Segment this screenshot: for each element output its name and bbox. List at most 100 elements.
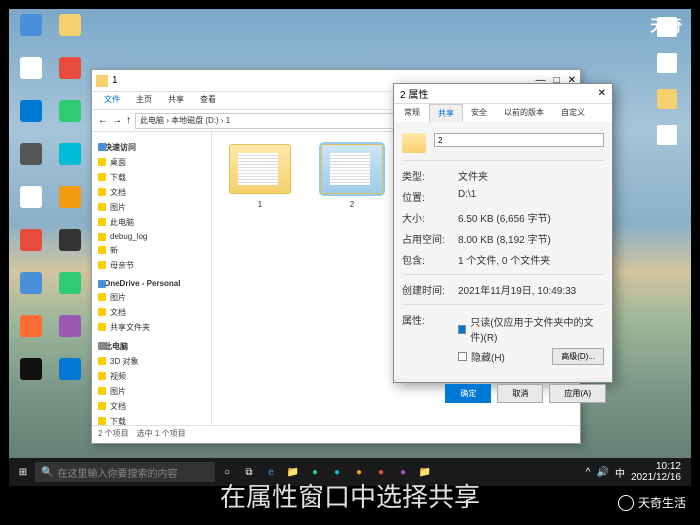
readonly-label: 只读(仅应用于文件夹中的文件)(R) [470, 314, 604, 344]
explorer-statusbar: 2 个项目 选中 1 个项目 [92, 425, 580, 443]
sidebar-quick-access[interactable]: 快速访问 [96, 140, 207, 155]
tab-sharing[interactable]: 共享 [429, 104, 463, 122]
tab-previous[interactable]: 以前的版本 [496, 104, 553, 122]
folder-icon [229, 144, 291, 194]
desktop-icon[interactable] [14, 315, 48, 353]
desktop-icon[interactable] [53, 315, 87, 353]
created-value: 2021年11月19日, 10:49:33 [458, 282, 576, 297]
tray-icon[interactable]: ^ [586, 467, 591, 478]
disk-label: 占用空间: [402, 231, 450, 246]
location-label: 位置: [402, 189, 450, 204]
folder-icon [402, 133, 426, 153]
created-label: 创建时间: [402, 282, 450, 297]
folder-icon [321, 144, 383, 194]
watermark-top: 天奇 [650, 12, 682, 36]
tab-home[interactable]: 主页 [128, 92, 160, 109]
folder-label: 2 [316, 200, 388, 209]
attributes-label: 属性: [402, 312, 450, 367]
close-button[interactable]: ✕ [598, 88, 606, 99]
desktop-icon[interactable] [14, 358, 48, 396]
desktop-icon[interactable] [652, 125, 682, 159]
desktop-icon[interactable] [14, 100, 48, 138]
sidebar-item[interactable]: 母亲节 [96, 258, 207, 273]
sidebar-item[interactable]: 视频 [96, 369, 207, 384]
sidebar-item[interactable]: 下载 [96, 414, 207, 425]
properties-tabs: 常规 共享 安全 以前的版本 自定义 [394, 104, 612, 122]
desktop-icon[interactable] [14, 272, 48, 310]
desktop-icon[interactable] [53, 100, 87, 138]
sidebar-item[interactable]: 图片 [96, 384, 207, 399]
desktop-icon[interactable] [14, 14, 48, 52]
folder-icon [96, 75, 108, 87]
ok-button[interactable]: 确定 [445, 384, 491, 403]
sidebar-item[interactable]: 图片 [96, 290, 207, 305]
desktop-icon[interactable] [14, 186, 48, 224]
properties-titlebar[interactable]: 2 属性 ✕ [394, 84, 612, 104]
contains-label: 包含: [402, 252, 450, 267]
folder-label: 1 [224, 200, 296, 209]
sidebar-item[interactable]: 文档 [96, 305, 207, 320]
desktop-icon[interactable] [53, 272, 87, 310]
type-value: 文件夹 [458, 168, 488, 183]
sidebar-this-pc[interactable]: 此电脑 [96, 339, 207, 354]
type-label: 类型: [402, 168, 450, 183]
size-value: 6.50 KB (6,656 字节) [458, 210, 551, 225]
desktop-icon[interactable] [53, 186, 87, 224]
tray-icon[interactable]: 🔊 [596, 467, 608, 478]
nav-back-button[interactable]: ← [98, 115, 108, 126]
sidebar-item[interactable]: 此电脑 [96, 215, 207, 230]
subtitle-caption: 在属性窗口中选择共享 [0, 477, 700, 514]
properties-buttons: 确定 取消 应用(A) [394, 378, 612, 409]
cancel-button[interactable]: 取消 [497, 384, 543, 403]
desktop-icon[interactable] [53, 143, 87, 181]
properties-body: 类型: 文件夹 位置: D:\1 大小: 6.50 KB (6,656 字节) 占用空… [394, 122, 612, 378]
sidebar-item[interactable]: 文档 [96, 185, 207, 200]
folder-item[interactable]: 1 [224, 144, 296, 209]
apply-button[interactable]: 应用(A) [549, 384, 606, 403]
desktop-screen: 1 — □ ✕ 文件 主页 共享 查看 ← → ↑ 此电脑 › 本地磁盘 (D:… [9, 9, 691, 486]
nav-forward-button[interactable]: → [112, 115, 122, 126]
desktop-icon[interactable] [53, 358, 87, 396]
folder-item-selected[interactable]: 2 [316, 144, 388, 209]
sidebar-item[interactable]: 新 [96, 243, 207, 258]
desktop-icon[interactable] [14, 57, 48, 95]
sidebar-item[interactable]: 下载 [96, 170, 207, 185]
search-icon: 🔍 [41, 467, 53, 478]
contains-value: 1 个文件, 0 个文件夹 [458, 252, 550, 267]
sidebar-item[interactable]: 3D 对象 [96, 354, 207, 369]
desktop-icon[interactable] [652, 89, 682, 123]
clock-time: 10:12 [631, 461, 681, 472]
watermark-bottom: 天奇生活 [618, 494, 686, 511]
desktop-icon[interactable] [14, 143, 48, 181]
location-value: D:\1 [458, 189, 476, 204]
explorer-sidebar: 快速访问 桌面 下载 文档 图片 此电脑 debug_log 新 母亲节 One… [92, 132, 212, 425]
desktop-icon[interactable] [652, 53, 682, 87]
tab-security[interactable]: 安全 [463, 104, 496, 122]
sidebar-item[interactable]: 文档 [96, 399, 207, 414]
desktop-icons-left [9, 9, 94, 486]
window-title: 1 [112, 75, 118, 86]
desktop-icon[interactable] [53, 14, 87, 52]
tab-view[interactable]: 查看 [192, 92, 224, 109]
tab-file[interactable]: 文件 [96, 92, 128, 109]
sidebar-item[interactable]: 共享文件夹 [96, 320, 207, 335]
advanced-button[interactable]: 高级(D)... [552, 348, 604, 365]
dialog-title: 2 属性 [400, 86, 428, 101]
desktop-icon[interactable] [14, 229, 48, 267]
tab-custom[interactable]: 自定义 [553, 104, 594, 122]
readonly-checkbox[interactable] [458, 325, 466, 334]
hidden-label: 隐藏(H) [471, 349, 505, 364]
hidden-checkbox[interactable] [458, 352, 467, 361]
nav-up-button[interactable]: ↑ [126, 115, 131, 126]
sidebar-item[interactable]: debug_log [96, 230, 207, 243]
tab-share[interactable]: 共享 [160, 92, 192, 109]
sidebar-item[interactable]: 图片 [96, 200, 207, 215]
size-label: 大小: [402, 210, 450, 225]
tab-general[interactable]: 常规 [396, 104, 429, 122]
desktop-icon[interactable] [53, 229, 87, 267]
sidebar-item[interactable]: 桌面 [96, 155, 207, 170]
desktop-icon[interactable] [53, 57, 87, 95]
desktop-icons-right [647, 15, 687, 161]
name-input[interactable] [434, 133, 604, 147]
sidebar-onedrive[interactable]: OneDrive - Personal [96, 277, 207, 290]
